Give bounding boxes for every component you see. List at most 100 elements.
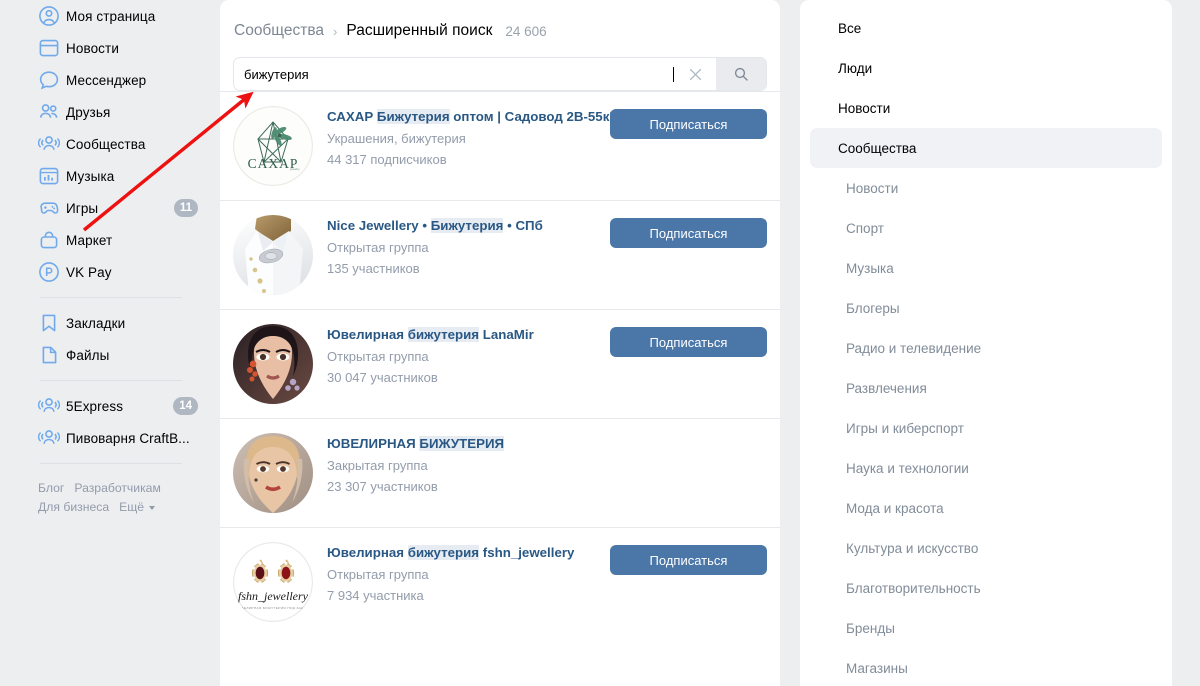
footer-link-developers[interactable]: Разработчикам	[74, 479, 161, 498]
result-row[interactable]: Ювелирная бижутерия LanaMir Открытая груп…	[220, 309, 780, 418]
left-sidebar: Моя страница Новости Мессенджер Друзья Сообщ…	[0, 0, 220, 686]
groups-icon	[38, 395, 60, 417]
filter-item[interactable]: Игры и киберспорт	[810, 408, 1162, 448]
filter-item[interactable]: Мода и красота	[810, 488, 1162, 528]
page-title: Расширенный поиск	[346, 22, 493, 39]
sahar-logo-avatar[interactable]: CAXAP jewelry	[233, 106, 313, 186]
subscribe-button[interactable]: Подписаться	[610, 218, 767, 248]
filter-item[interactable]: Музыка	[810, 248, 1162, 288]
sidebar-item-4[interactable]: Друзья	[0, 96, 220, 128]
filter-item[interactable]: Развлечения	[810, 368, 1162, 408]
file-icon	[38, 344, 60, 366]
market-icon	[38, 229, 60, 251]
sidebar-item-7[interactable]: Игры 11	[0, 192, 220, 224]
sidebar-item-9[interactable]: VK Pay	[0, 256, 220, 288]
svg-text:jewelry: jewelry	[289, 167, 300, 171]
friends-icon	[38, 101, 60, 123]
result-member-count: 23 307 участников	[327, 479, 438, 494]
results-count: 24 606	[505, 23, 547, 39]
filter-item[interactable]: Новости	[810, 168, 1162, 208]
svg-text:ЮВЕЛИРНАЯ БИЖУТЕРИЯ ПОД ЗАКАЗ: ЮВЕЛИРНАЯ БИЖУТЕРИЯ ПОД ЗАКАЗ	[238, 606, 308, 610]
sidebar-item-label: Сообщества	[66, 136, 146, 152]
sidebar-groups-nav: 5Express 14 Пивоварня CraftB...	[0, 390, 220, 454]
filter-item[interactable]: Сообщества	[810, 128, 1162, 168]
sidebar-item-2[interactable]: Новости	[0, 32, 220, 64]
filter-item[interactable]: Благотворительность	[810, 568, 1162, 608]
sidebar-item-label: Друзья	[66, 104, 111, 120]
result-row[interactable]: CAXAP jewelry САХАР Бижутерия оптом | Садо…	[220, 91, 780, 200]
filter-list: Все Люди Новости Сообщества Новости Спорт Музы…	[810, 8, 1162, 686]
result-title-link[interactable]: ЮВЕЛИРНАЯ БИЖУТЕРИЯ	[327, 435, 767, 452]
music-icon	[38, 165, 60, 187]
sidebar-divider-1	[40, 297, 182, 298]
footer-link-business[interactable]: Для бизнеса	[38, 498, 109, 517]
svg-text:fshn_jewellery: fshn_jewellery	[238, 589, 309, 603]
filter-item[interactable]: Новости	[810, 88, 1162, 128]
result-row[interactable]: fshn_jewellery ЮВЕЛИРНАЯ БИЖУТЕРИЯ ПОД ЗА…	[220, 527, 780, 636]
subscribe-button[interactable]: Подписаться	[610, 545, 767, 575]
filter-item[interactable]: Наука и технологии	[810, 448, 1162, 488]
sidebar-item-1[interactable]: Закладки	[0, 307, 220, 339]
filter-item[interactable]: Бренды	[810, 608, 1162, 648]
footer-link-blog[interactable]: Блог	[38, 479, 64, 498]
sidebar-footer: Блог Разработчикам Для бизнеса Ещё	[0, 473, 220, 517]
footer-row-1: Блог Разработчикам	[38, 479, 220, 498]
sidebar-item-label: Файлы	[66, 347, 110, 363]
sidebar-item-8[interactable]: Маркет	[0, 224, 220, 256]
search-input[interactable]	[234, 58, 674, 90]
sidebar-item-badge: 14	[173, 397, 198, 415]
sidebar-divider-2	[40, 380, 182, 381]
result-member-count: 30 047 участников	[327, 370, 438, 385]
filter-item[interactable]: Спорт	[810, 208, 1162, 248]
groups-icon	[38, 133, 60, 155]
result-member-count: 7 934 участника	[327, 588, 424, 603]
result-body: ЮВЕЛИРНАЯ БИЖУТЕРИЯ Закрытая группа 23 307…	[327, 433, 767, 513]
sidebar-divider-3	[40, 463, 182, 464]
sidebar-item-5[interactable]: Сообщества	[0, 128, 220, 160]
sidebar-item-label: Музыка	[66, 168, 115, 184]
breadcrumb: Сообщества › Расширенный поиск 24 606	[220, 0, 780, 40]
result-row[interactable]: ЮВЕЛИРНАЯ БИЖУТЕРИЯ Закрытая группа 23 307…	[220, 418, 780, 527]
sidebar-item-label: 5Express	[66, 398, 124, 414]
sidebar-item-6[interactable]: Музыка	[0, 160, 220, 192]
subscribe-button[interactable]: Подписаться	[610, 109, 767, 139]
news-icon	[38, 37, 60, 59]
earrings-logo-avatar[interactable]: fshn_jewellery ЮВЕЛИРНАЯ БИЖУТЕРИЯ ПОД ЗА…	[233, 542, 313, 622]
breadcrumb-parent-link[interactable]: Сообщества	[234, 22, 324, 40]
filter-item[interactable]: Все	[810, 8, 1162, 48]
brooch-photo-avatar[interactable]	[233, 215, 313, 295]
woman-portrait-avatar[interactable]	[233, 433, 313, 513]
breadcrumb-separator-icon: ›	[333, 23, 338, 39]
sidebar-item-label: Закладки	[66, 315, 126, 331]
chevron-down-icon	[149, 505, 156, 510]
footer-link-more[interactable]: Ещё	[119, 498, 144, 517]
sidebar-item-label: Моя страница	[66, 8, 156, 24]
result-row[interactable]: Nice Jewellery • Бижутерия • СПб Открытая…	[220, 200, 780, 309]
model-photo-avatar[interactable]	[233, 324, 313, 404]
filter-item[interactable]: Культура и искусство	[810, 528, 1162, 568]
sidebar-item-2[interactable]: Файлы	[0, 339, 220, 371]
sidebar-item-3[interactable]: Мессенджер	[0, 64, 220, 96]
vkpay-icon	[38, 261, 60, 283]
clear-search-button[interactable]	[674, 58, 716, 90]
vk-search-page: Моя страница Новости Мессенджер Друзья Сообщ…	[0, 0, 1200, 686]
filter-item[interactable]: Люди	[810, 48, 1162, 88]
filter-item[interactable]: Магазины	[810, 648, 1162, 686]
search-results-panel: Сообщества › Расширенный поиск 24 606 CA…	[220, 0, 780, 686]
search-bar	[233, 57, 767, 91]
sidebar-item-label: Игры	[66, 200, 99, 216]
sidebar-secondary-nav: Закладки Файлы	[0, 307, 220, 371]
search-submit-button[interactable]	[716, 58, 766, 90]
result-category: Закрытая группа	[327, 458, 428, 473]
sidebar-item-1[interactable]: 5Express 14	[0, 390, 220, 422]
sidebar-item-label: VK Pay	[66, 264, 112, 280]
groups-icon	[38, 427, 60, 449]
sidebar-item-2[interactable]: Пивоварня CraftB...	[0, 422, 220, 454]
bookmark-icon	[38, 312, 60, 334]
sidebar-item-1[interactable]: Моя страница	[0, 0, 220, 32]
sidebar-item-label: Маркет	[66, 232, 113, 248]
filter-item[interactable]: Радио и телевидение	[810, 328, 1162, 368]
filter-item[interactable]: Блогеры	[810, 288, 1162, 328]
subscribe-button[interactable]: Подписаться	[610, 327, 767, 357]
result-member-count: 135 участников	[327, 261, 420, 276]
